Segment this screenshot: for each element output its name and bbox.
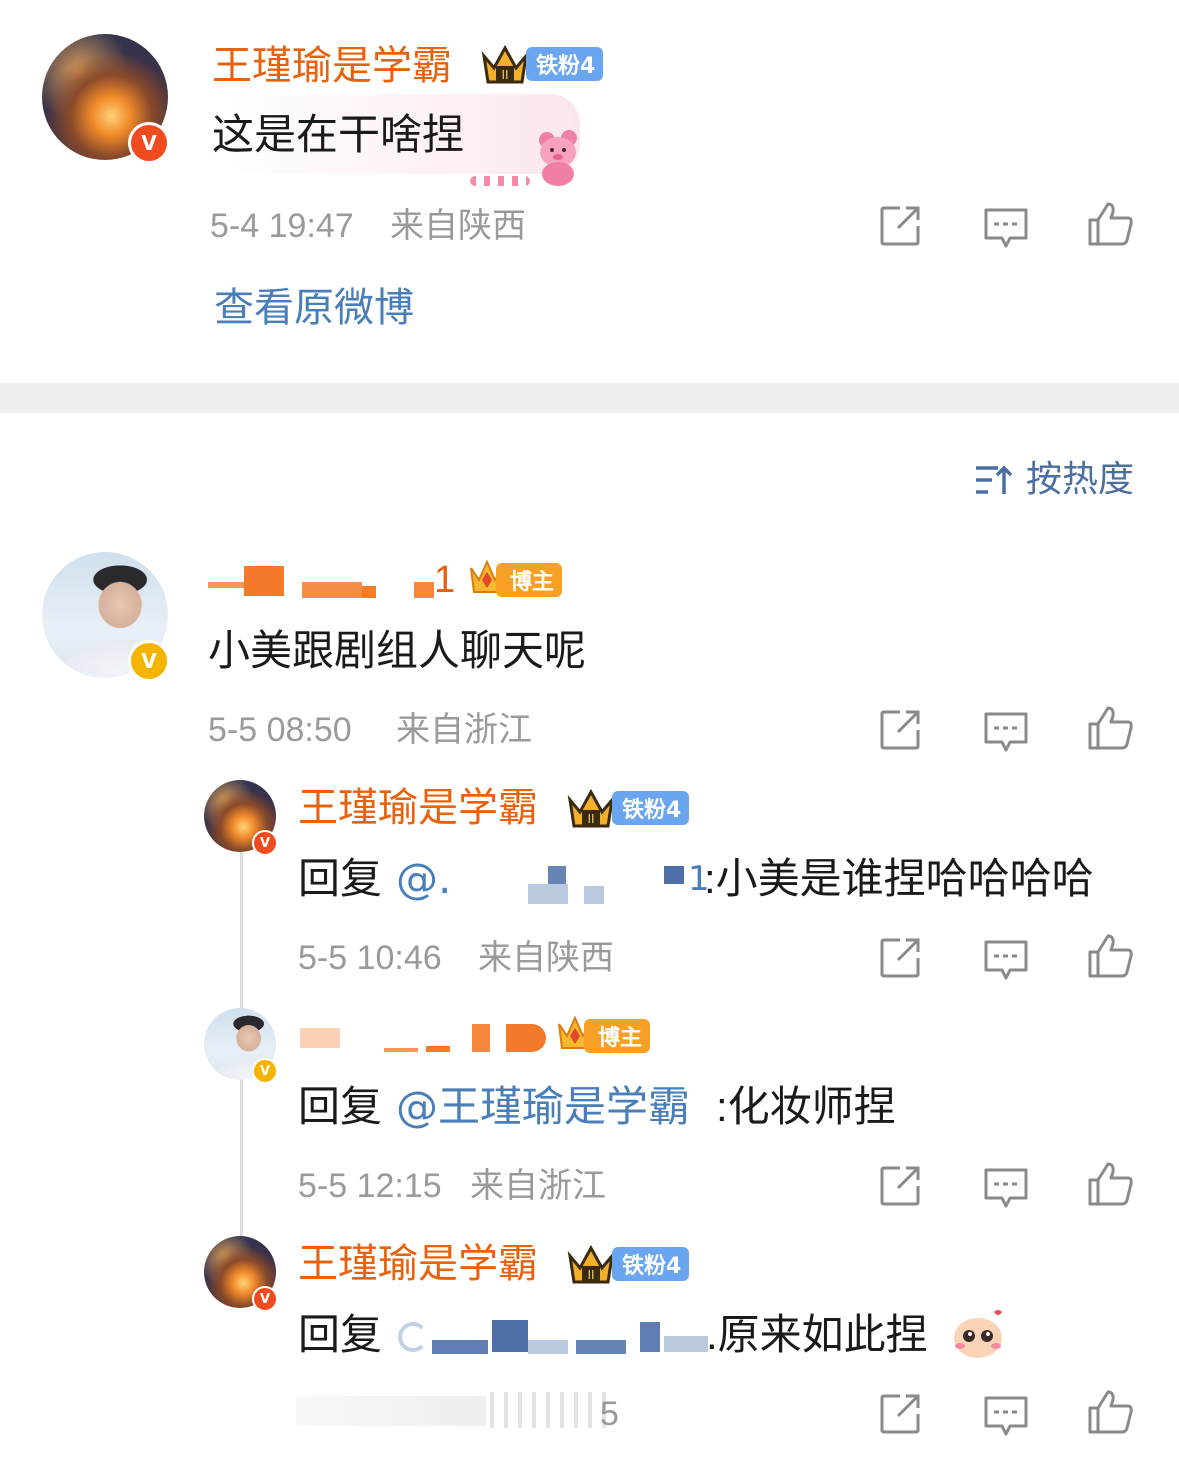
fan-level-label: 铁粉4: [622, 1254, 682, 1279]
section-divider: [0, 383, 1179, 413]
comment-text: 这是在干啥捏: [212, 111, 465, 158]
reply-prefix: 回复: [298, 1083, 383, 1130]
fan-level-badge: 铁粉4: [612, 1247, 690, 1281]
share-icon[interactable]: [876, 1390, 924, 1438]
verified-badge-icon: V: [128, 640, 170, 682]
svg-text:II: II: [587, 1268, 594, 1282]
view-original-link[interactable]: 查看原微博: [214, 282, 414, 334]
timestamp-tail: 5: [600, 1395, 619, 1433]
username[interactable]: 王瑾瑜是学霸: [298, 782, 538, 834]
verified-badge-icon: V: [252, 1058, 278, 1084]
comment-icon[interactable]: [982, 936, 1030, 984]
sort-label[interactable]: 按热度: [1026, 456, 1134, 502]
reply-prefix: 回复: [298, 1311, 383, 1358]
location: 来自陕西: [478, 939, 614, 977]
owner-badge: 博主: [584, 1019, 651, 1053]
owner-badge: 博主: [496, 563, 563, 597]
crown-icon: II: [567, 788, 615, 828]
crown-icon: II: [481, 44, 529, 84]
share-icon[interactable]: [876, 202, 924, 250]
username[interactable]: 王瑾瑜是学霸: [212, 40, 452, 92]
sort-icon[interactable]: [974, 462, 1014, 498]
timestamp: 5-5 12:15: [298, 1167, 442, 1205]
bear-sticker-icon: [539, 130, 577, 186]
mention-link[interactable]: @.: [396, 852, 451, 906]
share-icon[interactable]: [876, 934, 924, 982]
like-icon[interactable]: [1086, 1160, 1134, 1208]
location: 来自陕西: [390, 207, 526, 245]
svg-text:II: II: [587, 812, 594, 826]
fan-level-label: 铁粉4: [622, 798, 682, 823]
fan-level-label: 铁粉4: [536, 54, 596, 79]
strawberry-decoration: [470, 176, 530, 186]
fan-level-badge: 铁粉4: [612, 791, 690, 825]
reply-text: :化妆师捏: [716, 1083, 896, 1130]
like-icon[interactable]: [1086, 1388, 1134, 1436]
svg-text:II: II: [501, 68, 508, 82]
timestamp: 5-4 19:47: [210, 207, 354, 245]
username[interactable]: 王瑾瑜是学霸: [298, 1238, 538, 1290]
verified-badge-icon: V: [128, 122, 170, 164]
fan-level-badge: 铁粉4: [526, 47, 604, 81]
username-tail[interactable]: 1: [434, 556, 455, 604]
like-icon[interactable]: [1086, 932, 1134, 980]
comment-text: 小美跟剧组人聊天呢: [208, 627, 587, 674]
verified-badge-icon: V: [252, 830, 278, 856]
like-icon[interactable]: [1086, 704, 1134, 752]
verified-badge-icon: V: [252, 1286, 278, 1312]
crown-icon: II: [567, 1244, 615, 1284]
owner-badge-label: 博主: [510, 570, 555, 595]
share-icon[interactable]: [876, 1162, 924, 1210]
comment-icon[interactable]: [982, 1392, 1030, 1440]
reply-text: .原来如此捏: [706, 1311, 928, 1358]
location: 来自浙江: [396, 711, 532, 749]
comment-icon[interactable]: [982, 204, 1030, 252]
owner-badge-label: 博主: [598, 1026, 643, 1051]
share-icon[interactable]: [876, 706, 924, 754]
reply-text: :小美是谁捏哈哈哈哈: [704, 855, 1094, 902]
comment-icon[interactable]: [982, 708, 1030, 756]
timestamp: 5-5 10:46: [298, 939, 442, 977]
like-icon[interactable]: [1086, 200, 1134, 248]
location: 来自浙江: [470, 1167, 606, 1205]
timestamp: 5-5 08:50: [208, 711, 352, 749]
mention-link[interactable]: @王瑾瑜是学霸: [396, 1080, 690, 1134]
comment-icon[interactable]: [982, 1164, 1030, 1212]
blush-emoji-icon: [954, 1310, 1002, 1358]
reply-prefix: 回复: [298, 855, 383, 902]
